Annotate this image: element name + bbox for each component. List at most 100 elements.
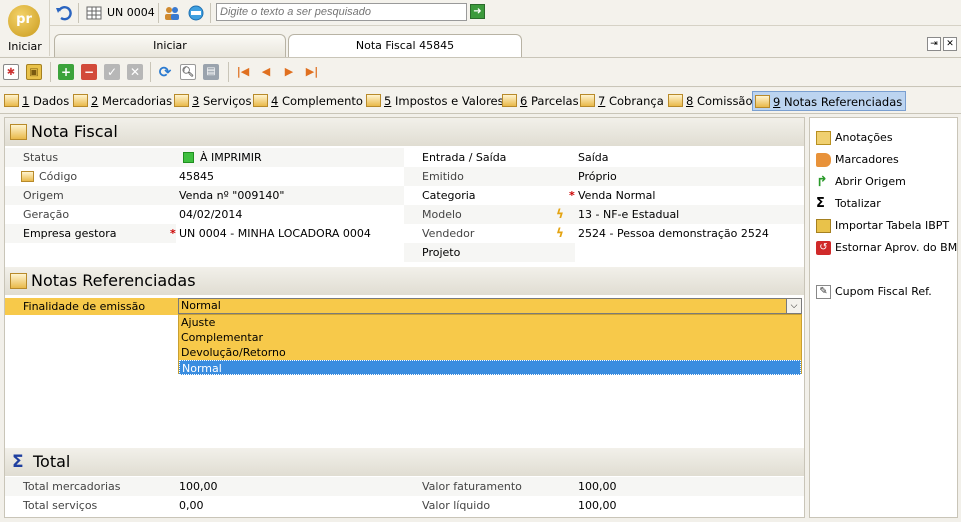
chevron-down-icon[interactable]: ⌵	[786, 299, 801, 313]
section-tab-servicos[interactable]: 3 Serviços	[172, 91, 251, 111]
field-row: Empresa gestora * UN 0004 - MINHA LOCADO…	[5, 224, 404, 243]
users-icon[interactable]	[163, 4, 181, 22]
field-row: Valor líquido 100,00	[404, 496, 804, 515]
finalidade-label: Finalidade de emissão	[23, 300, 146, 313]
unit-grid-icon[interactable]	[85, 4, 103, 22]
remove-icon[interactable]: −	[81, 64, 97, 80]
field-row: Geração 04/02/2014	[5, 205, 404, 224]
finalidade-options: Ajuste Complementar Devolução/Retorno No…	[178, 314, 802, 375]
actions-panel: Anotações Marcadores ↱ Abrir Origem Σ Tota…	[809, 117, 958, 518]
form-icon	[174, 94, 189, 107]
form-icon	[10, 124, 27, 140]
lock-icon[interactable]: ▣	[26, 64, 42, 80]
total-section: Σ Total Total mercadorias 100,00 Total se…	[5, 448, 804, 518]
projeto-field[interactable]	[575, 243, 804, 262]
action-abrir-origem[interactable]: ↱ Abrir Origem	[816, 172, 906, 192]
unit-label[interactable]: UN 0004	[107, 6, 155, 19]
section-tab-dados[interactable]: 1 Dados	[2, 91, 69, 111]
field-label: Projeto	[422, 246, 461, 259]
next-record-icon[interactable]: ▶	[281, 64, 297, 80]
valor-liquido-value: 100,00	[578, 499, 617, 512]
last-record-icon[interactable]: ▶|	[304, 64, 320, 80]
arrow-curve-icon: ↱	[816, 174, 828, 190]
notes-icon	[816, 131, 831, 145]
lightning-icon[interactable]: ϟ	[556, 205, 564, 224]
action-marcadores[interactable]: Marcadores	[816, 150, 899, 170]
action-totalizar[interactable]: Σ Totalizar	[816, 194, 881, 214]
required-marker: *	[170, 227, 176, 240]
total-mercadorias-value: 100,00	[179, 480, 218, 493]
section-tab-impostos[interactable]: 5 Impostos e Valores	[364, 91, 504, 111]
field-row: Total serviços 0,00	[5, 496, 404, 515]
confirm-icon[interactable]: ✓	[104, 64, 120, 80]
start-button[interactable]: pr Iniciar	[0, 0, 50, 56]
status-value: À IMPRIMIR	[200, 151, 262, 164]
section-tab-cobranca[interactable]: 7 Cobrança	[578, 91, 664, 111]
finalidade-select[interactable]: Normal ⌵	[178, 298, 802, 314]
option-complementar[interactable]: Complementar	[179, 330, 801, 345]
add-icon[interactable]: +	[58, 64, 74, 80]
form-icon	[366, 94, 381, 107]
field-label: Status	[23, 151, 59, 164]
status-indicator-icon	[183, 152, 194, 163]
emitido-value: Próprio	[578, 170, 617, 183]
action-anotacoes[interactable]: Anotações	[816, 128, 893, 148]
search-input[interactable]	[216, 3, 467, 21]
section-tab-mercadorias[interactable]: 2 Mercadorias	[71, 91, 172, 111]
section-tab-comissao[interactable]: 8 Comissão	[666, 91, 753, 111]
field-label: Vendedor	[422, 227, 475, 240]
section-tab-notas-referenciadas[interactable]: 9 Notas Referenciadas	[752, 91, 907, 111]
required-marker: *	[569, 189, 575, 202]
entrada-saida-field[interactable]: Saída	[575, 148, 804, 167]
field-label: Empresa gestora	[23, 227, 117, 240]
field-row: Total mercadorias 100,00	[5, 477, 404, 496]
lightning-icon[interactable]: ϟ	[556, 224, 564, 243]
option-normal[interactable]: Normal	[179, 360, 801, 375]
new-document-icon[interactable]: ✱	[3, 64, 19, 80]
field-label: Origem	[23, 189, 64, 202]
categoria-field[interactable]: Venda Normal	[575, 186, 804, 205]
undo-red-icon: ↺	[816, 241, 831, 255]
tab-next-icon[interactable]: ⇥	[927, 37, 941, 51]
sigma-icon: Σ	[12, 452, 24, 472]
field-row: Projeto	[404, 243, 804, 262]
finalidade-selected-value: Normal	[181, 299, 221, 312]
nota-fiscal-header: Nota Fiscal	[5, 118, 804, 146]
arrow-right-icon[interactable]: ➜	[470, 4, 485, 19]
tab-nota-fiscal[interactable]: Nota Fiscal 45845	[288, 34, 522, 57]
close-icon[interactable]: ✕	[943, 37, 957, 51]
section-title: Notas Referenciadas	[31, 271, 196, 290]
field-label: Modelo	[422, 208, 462, 221]
empresa-gestora-field[interactable]: UN 0004 - MINHA LOCADORA 0004	[176, 224, 404, 243]
previous-record-icon[interactable]: ◀	[258, 64, 274, 80]
action-estornar-aprov[interactable]: ↺ Estornar Aprov. do BM	[816, 238, 957, 258]
undo-icon[interactable]	[55, 4, 73, 22]
preview-icon[interactable]: 🔍︎	[180, 64, 196, 80]
tab-iniciar[interactable]: Iniciar	[54, 34, 286, 57]
print-icon[interactable]: ▤	[203, 64, 219, 80]
field-row: Emitido Próprio	[404, 167, 804, 186]
action-cupom-fiscal[interactable]: ✎ Cupom Fiscal Ref.	[816, 282, 932, 302]
field-label: Valor faturamento	[422, 480, 522, 493]
import-icon	[816, 219, 831, 233]
section-tab-complemento[interactable]: 4 Complemento	[251, 91, 363, 111]
section-title: Nota Fiscal	[31, 122, 118, 141]
field-row: Status À IMPRIMIR	[5, 148, 404, 167]
option-devolucao-retorno[interactable]: Devolução/Retorno	[179, 345, 801, 360]
web-icon[interactable]	[187, 4, 205, 22]
field-label: Categoria	[422, 189, 476, 202]
section-tab-parcelas[interactable]: 6 Parcelas	[500, 91, 579, 111]
field-row: Código 45845	[5, 167, 404, 186]
origem-value[interactable]: Venda nº "009140"	[176, 186, 284, 205]
form-icon	[4, 94, 19, 107]
first-record-icon[interactable]: |◀	[235, 64, 251, 80]
total-servicos-value: 0,00	[179, 499, 204, 512]
code-value: 45845	[179, 170, 214, 183]
cancel-icon[interactable]: ✕	[127, 64, 143, 80]
option-ajuste[interactable]: Ajuste	[179, 315, 801, 330]
action-importar-ibpt[interactable]: Importar Tabela IBPT	[816, 216, 949, 236]
main-panel: Nota Fiscal Status À IMPRIMIR Código 458…	[4, 117, 805, 518]
field-row: Modelo ϟ 13 - NF-e Estadual	[404, 205, 804, 224]
refresh-icon[interactable]: ⟳	[157, 64, 173, 80]
field-label: Geração	[23, 208, 70, 221]
